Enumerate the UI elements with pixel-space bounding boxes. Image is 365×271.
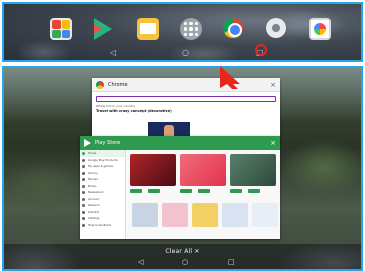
close-icon[interactable]: ×: [270, 81, 276, 89]
app-drawer-icon[interactable]: [180, 18, 202, 40]
play-store-icon: [84, 139, 91, 147]
home-screen-panel: ◁ ○ □: [2, 2, 363, 62]
close-icon[interactable]: ×: [270, 139, 276, 147]
settings-icon[interactable]: [266, 18, 286, 38]
chrome-icon: [96, 80, 104, 89]
app-tile: [252, 203, 278, 227]
chrome-recent-card[interactable]: Chrome × Whats hot in your country Trave…: [92, 78, 280, 143]
recents-button[interactable]: □: [228, 258, 235, 266]
chrome-icon[interactable]: [223, 18, 243, 38]
chrome-article-caption: Whats hot in your country: [96, 104, 136, 108]
back-button[interactable]: ◁: [138, 258, 143, 266]
home-button[interactable]: ○: [182, 48, 189, 57]
play-store-card-header: Play Store ×: [80, 136, 280, 150]
app-tile: [192, 203, 218, 227]
feature-banner: [230, 154, 276, 186]
app-tile: [162, 203, 188, 227]
recents-highlight-circle: [255, 44, 267, 56]
chrome-card-title: Chrome: [108, 81, 128, 88]
install-chip: [180, 189, 192, 193]
feature-banner: [130, 154, 176, 186]
install-chip: [130, 189, 142, 193]
photos-icon[interactable]: [309, 18, 331, 40]
chrome-card-header: Chrome ×: [92, 78, 280, 92]
screenshot-composite: ◁ ○ □ Chrome × Whats hot in your country…: [0, 0, 365, 271]
play-store-sidebar: Home Google Play Products My apps & game…: [80, 150, 126, 239]
install-chip: [198, 189, 210, 193]
chrome-address-bar: [96, 96, 276, 102]
top-navigation-bar: ◁ ○ □: [4, 48, 361, 60]
sidebar-item: Help & feedback: [80, 222, 125, 229]
home-button[interactable]: ○: [182, 258, 188, 266]
recent-apps-panel: Chrome × Whats hot in your country Trave…: [2, 66, 363, 271]
play-store-recent-card[interactable]: Play Store × Home Google Play Products M…: [80, 136, 280, 239]
install-chip: [148, 189, 160, 193]
folder-icon[interactable]: [50, 18, 72, 40]
app-tile: [132, 203, 158, 227]
back-button[interactable]: ◁: [110, 48, 116, 57]
install-chip: [230, 189, 242, 193]
chrome-article-headline: Travel with crazy concept (decorative): [96, 109, 172, 113]
app-tile: [222, 203, 248, 227]
install-chip: [248, 189, 260, 193]
clear-all-button[interactable]: Clear All ✕: [4, 248, 361, 255]
bottom-navigation-bar: ◁ ○ □: [4, 258, 361, 269]
mail-icon[interactable]: [137, 18, 159, 40]
feature-banner: [180, 154, 226, 186]
play-store-card-title: Play Store: [95, 140, 121, 146]
annotation-arrow-icon: [220, 66, 240, 89]
play-store-icon-accent: [94, 24, 102, 34]
app-dock: [4, 18, 361, 48]
play-store-content: [126, 150, 280, 239]
